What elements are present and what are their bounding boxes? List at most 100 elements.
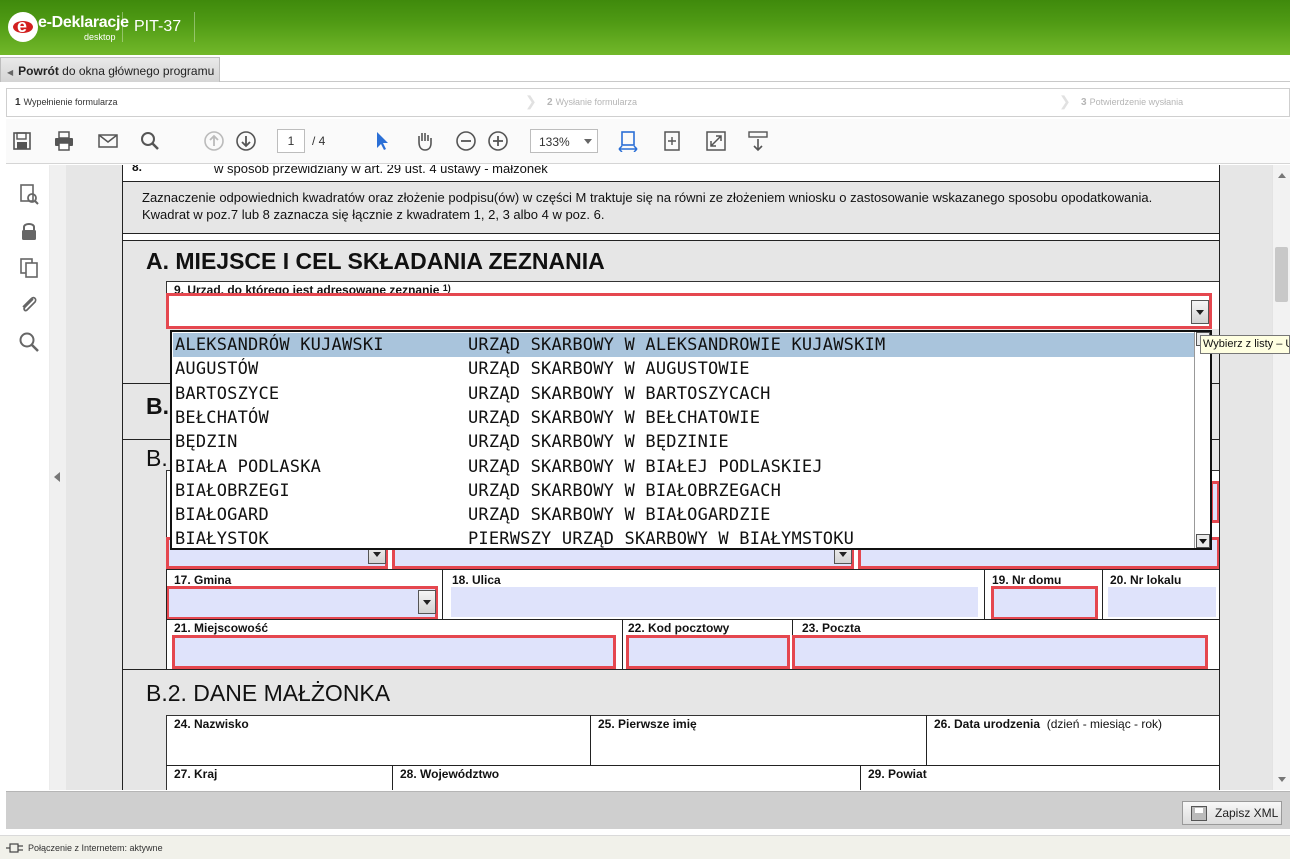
save-icon[interactable] — [10, 129, 34, 153]
sidebar-search-icon[interactable] — [18, 331, 40, 353]
select-cursor-icon[interactable] — [370, 129, 394, 153]
option-city: ALEKSANDRÓW KUJAWSKI — [175, 335, 384, 355]
field17-label: 17. Gmina — [174, 573, 232, 587]
option-city: BIAŁOBRZEGI — [175, 480, 290, 501]
form-note: Zaznaczenie odpowiednich kwadratów oraz … — [142, 190, 1153, 222]
back-to-main-button[interactable]: ◀ Powrót do okna głównego programu — [0, 57, 220, 82]
sidebar-collapse-handle[interactable] — [50, 165, 66, 790]
post-office-input[interactable] — [792, 635, 1208, 669]
save-xml-button[interactable]: Zapisz XML — [1182, 801, 1282, 825]
postal-code-input[interactable] — [626, 635, 790, 669]
app-logo-icon — [8, 12, 38, 42]
floppy-icon — [1191, 806, 1207, 821]
bottom-bar — [6, 791, 1290, 829]
save-xml-label: Zapisz XML — [1215, 806, 1279, 820]
option-city: AUGUSTÓW — [175, 359, 259, 380]
back-label-bold: Powrót — [18, 64, 59, 78]
option-office: URZĄD SKARBOWY W BARTOSZYCACH — [468, 383, 771, 404]
dropdown-scrollbar[interactable] — [1194, 332, 1210, 548]
header-separator — [122, 12, 123, 42]
search-icon[interactable] — [138, 129, 162, 153]
dropdown-option[interactable]: BEŁCHATÓW URZĄD SKARBOWY W BEŁCHATOWIE — [173, 406, 1195, 430]
lock-icon[interactable] — [18, 220, 40, 242]
next-page-icon[interactable] — [234, 129, 258, 153]
mail-icon[interactable] — [96, 129, 120, 153]
dropdown-scroll-down-icon[interactable] — [1196, 534, 1210, 548]
step-send-form: 2 Wysłanie formularza — [547, 97, 638, 108]
app-header: e-Deklaracje desktop PIT-37 — [0, 0, 1290, 55]
copy-pages-icon[interactable] — [18, 257, 40, 279]
tax-office-dropdown-list[interactable]: ALEKSANDRÓW KUJAWSKI URZĄD SKARBOWY W ALE… — [170, 330, 1212, 550]
hand-tool-icon[interactable] — [412, 129, 436, 153]
scroll-down-icon[interactable] — [1278, 777, 1286, 782]
row8-text: w sposób przewidziany w art. 29 ust. 4 u… — [214, 165, 548, 176]
scroll-up-icon[interactable] — [1278, 173, 1286, 178]
street-input[interactable] — [451, 587, 978, 617]
zoom-in-icon[interactable] — [486, 129, 510, 153]
city-input[interactable] — [172, 635, 616, 669]
dropdown-option[interactable]: ALEKSANDRÓW KUJAWSKI URZĄD SKARBOWY W ALE… — [173, 333, 1195, 357]
field29-label: 29. Powiat — [868, 767, 927, 781]
dropdown-option[interactable]: BĘDZIN URZĄD SKARBOWY W BĘDZINIE — [173, 430, 1195, 454]
dropdown-tooltip: Wybierz z listy – U — [1200, 335, 1290, 354]
chevron-left-icon — [54, 472, 60, 482]
pdf-toolbar — [6, 119, 1290, 164]
dropdown-option[interactable]: BIAŁA PODLASKA URZĄD SKARBOWY W BIAŁEJ PO… — [173, 455, 1195, 479]
field22-label: 22. Kod pocztowy — [628, 621, 730, 635]
page-total: / 4 — [312, 134, 326, 148]
wizard-steps: 1 Wypełnienie formularza ❯ 2 Wysłanie form… — [6, 88, 1290, 117]
municipality-select[interactable] — [166, 586, 438, 620]
tax-office-dropdown-button[interactable] — [1191, 300, 1209, 324]
option-city: BĘDZIN — [175, 432, 238, 453]
previous-page-icon[interactable] — [202, 129, 226, 153]
option-city: BIAŁA PODLASKA — [175, 456, 322, 477]
dropdown-option[interactable]: BIAŁOBRZEGI URZĄD SKARBOWY W BIAŁOBRZEGAC… — [173, 479, 1195, 503]
plug-icon — [6, 843, 23, 853]
step-confirmation: 3 Potwierdzenie wysłania — [1081, 97, 1184, 108]
municipality-dropdown-button[interactable] — [418, 590, 436, 614]
house-number-input[interactable] — [991, 586, 1098, 620]
fullscreen-icon[interactable] — [704, 129, 728, 153]
document-scrollbar[interactable] — [1272, 165, 1290, 790]
tax-office-select[interactable] — [166, 293, 1212, 329]
option-office: URZĄD SKARBOWY W BEŁCHATOWIE — [468, 407, 761, 428]
dropdown-option[interactable]: BIAŁYSTOK PIERWSZY URZĄD SKARBOWY W BIAŁY… — [173, 527, 1195, 550]
zoom-out-icon[interactable] — [454, 129, 478, 153]
back-arrow-icon: ◀ — [7, 68, 14, 77]
page-thumbnails-icon[interactable] — [18, 183, 40, 205]
dropdown-option[interactable]: AUGUSTÓW URZĄD SKARBOWY W AUGUSTOWIE — [173, 357, 1195, 381]
apartment-number-input[interactable] — [1108, 587, 1216, 617]
option-city: BIAŁOGARD — [175, 505, 269, 526]
option-office: URZĄD SKARBOWY W BIAŁOGARDZIE — [468, 505, 771, 526]
option-office: URZĄD SKARBOWY W ALEKSANDROWIE KUJAWSKIM — [468, 335, 886, 355]
dropdown-option[interactable]: BIAŁOGARD URZĄD SKARBOWY W BIAŁOGARDZIE — [173, 503, 1195, 527]
option-office: URZĄD SKARBOWY W BIAŁOBRZEGACH — [468, 480, 782, 501]
zoom-value: 133% — [539, 135, 570, 149]
option-city: BIAŁYSTOK — [175, 529, 269, 550]
field23-label: 23. Poczta — [802, 621, 861, 635]
attachment-icon[interactable] — [18, 293, 40, 315]
download-icon[interactable] — [746, 129, 770, 153]
dropdown-option[interactable]: BARTOSZYCE URZĄD SKARBOWY W BARTOSZYCACH — [173, 382, 1195, 406]
fit-page-icon[interactable] — [660, 129, 684, 153]
field24-label: 24. Nazwisko — [174, 717, 249, 731]
back-row: ◀ Powrót do okna głównego programu — [0, 55, 1290, 82]
page-number-input[interactable]: 1 — [277, 129, 305, 153]
form-name: PIT-37 — [134, 18, 182, 35]
field26-label: 26. Data urodzenia (dzień - miesiąc - ro… — [934, 717, 1163, 731]
option-office: URZĄD SKARBOWY W BIAŁEJ PODLASKIEJ — [468, 456, 823, 477]
status-bar: Połączenie z Internetem: aktywne — [0, 835, 1290, 859]
step-fill-form[interactable]: 1 Wypełnienie formularza — [15, 97, 118, 108]
print-icon[interactable] — [52, 129, 76, 153]
scrollbar-thumb[interactable] — [1275, 247, 1288, 302]
fit-width-icon[interactable] — [616, 129, 640, 153]
step-chevron-icon: ❯ — [525, 93, 537, 109]
back-label: do okna głównego programu — [58, 64, 215, 78]
zoom-select[interactable]: 133% — [530, 129, 598, 153]
option-city: BARTOSZYCE — [175, 383, 280, 404]
section-b2-title: B.2. DANE MAŁŻONKA — [146, 680, 391, 706]
section-b1-title: B. — [146, 445, 168, 471]
option-office: URZĄD SKARBOWY W BĘDZINIE — [468, 432, 729, 453]
connection-status: Połączenie z Internetem: aktywne — [28, 843, 163, 853]
option-office: URZĄD SKARBOWY W AUGUSTOWIE — [468, 359, 750, 380]
